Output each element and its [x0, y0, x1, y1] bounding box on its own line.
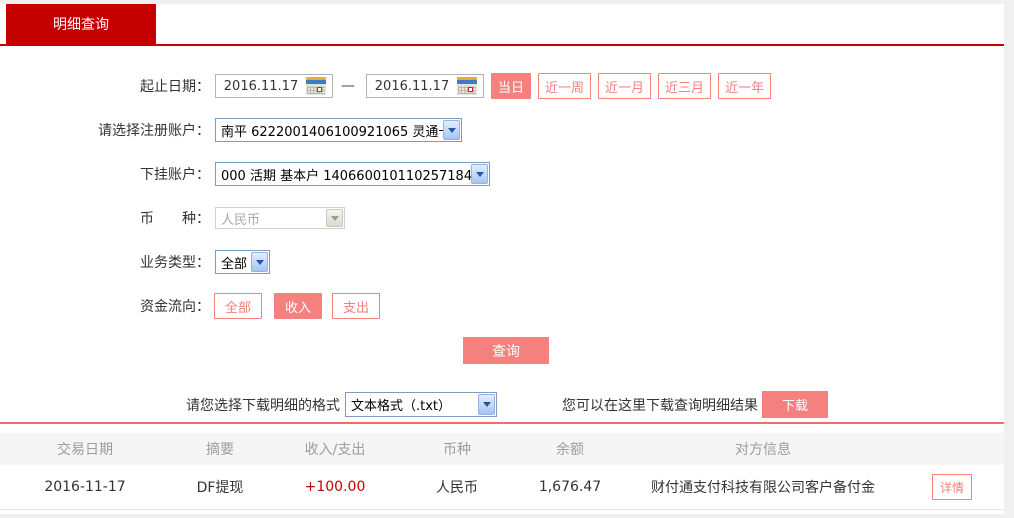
table-separator	[0, 422, 1004, 424]
calendar-icon[interactable]	[306, 77, 326, 95]
header-date: 交易日期	[57, 442, 113, 458]
tab-detail-query[interactable]: 明细查询	[6, 4, 156, 44]
date-range-row: 起止日期： — 当日 近	[0, 73, 1004, 99]
cell-currency: 人民币	[436, 480, 478, 496]
date-to-field	[366, 74, 484, 98]
select-arrow-button	[326, 209, 343, 227]
cell-date: 2016-11-17	[44, 479, 126, 495]
header-balance: 余额	[556, 442, 584, 458]
date-separator: —	[341, 78, 355, 94]
tab-bar: 明细查询	[0, 4, 1004, 46]
download-format-label: 请您选择下载明细的格式	[186, 397, 340, 414]
date-from-input[interactable]	[216, 78, 306, 94]
chevron-down-icon	[482, 402, 491, 407]
select-arrow-button[interactable]	[471, 164, 488, 184]
select-arrow-button[interactable]	[251, 252, 268, 272]
fund-flow-all-button[interactable]: 全部	[214, 293, 262, 319]
chevron-down-icon	[255, 259, 264, 265]
quick-range-3months-button[interactable]: 近三月	[658, 73, 712, 99]
quick-range-month-button[interactable]: 近一月	[598, 73, 652, 99]
date-range-label: 起止日期：	[140, 79, 210, 95]
cell-actions: 详情	[900, 474, 1004, 500]
fund-flow-income-button[interactable]: 收入	[274, 293, 322, 319]
query-form: 起止日期： — 当日 近	[0, 46, 1004, 364]
sub-account-select[interactable]: 000 活期 基本户 1406600101102571848	[215, 162, 490, 186]
calendar-icon[interactable]	[457, 77, 477, 95]
chevron-down-icon	[330, 215, 339, 221]
registered-account-label: 请选择注册账户：	[98, 123, 210, 139]
fund-flow-row: 资金流向： 全部 收入 支出	[0, 293, 1004, 319]
business-type-select[interactable]: 全部	[215, 250, 270, 274]
currency-row: 币 种： 人民币	[0, 205, 1004, 231]
tab-underline	[0, 44, 1004, 46]
business-type-label: 业务类型：	[140, 255, 210, 271]
quick-range-week-button[interactable]: 近一周	[538, 73, 592, 99]
download-button[interactable]: 下载	[762, 391, 828, 418]
header-currency: 币种	[443, 442, 471, 458]
date-to-input[interactable]	[367, 78, 457, 94]
main-panel: 明细查询 起止日期： —	[0, 4, 1004, 514]
select-arrow-button[interactable]	[443, 120, 460, 140]
cell-balance: 1,676.47	[538, 479, 602, 495]
sub-account-label: 下挂账户：	[140, 167, 210, 183]
download-row: 请您选择下载明细的格式 文本格式（.txt） 您可以在这里下载查询明细结果 下载	[0, 391, 1004, 418]
cell-summary: DF提现	[196, 480, 244, 496]
registered-account-row: 请选择注册账户： 南平 6222001406100921065 灵通卡	[0, 117, 1004, 143]
header-summary: 摘要	[206, 442, 234, 458]
currency-label: 币 种：	[140, 211, 210, 227]
chevron-down-icon	[447, 127, 456, 133]
header-amount: 收入/支出	[304, 442, 366, 458]
sub-account-row: 下挂账户： 000 活期 基本户 1406600101102571848	[0, 161, 1004, 187]
date-from-field	[215, 74, 333, 98]
download-hint: 您可以在这里下载查询明细结果	[562, 397, 758, 414]
currency-select: 人民币	[215, 207, 345, 229]
cell-counterparty: 财付通支付科技有限公司客户备付金	[651, 480, 875, 496]
fund-flow-label: 资金流向：	[140, 299, 210, 315]
header-counterparty: 对方信息	[735, 442, 791, 458]
query-button[interactable]: 查询	[463, 337, 549, 364]
business-type-row: 业务类型： 全部	[0, 249, 1004, 275]
cell-amount: +100.00	[304, 479, 366, 495]
quick-range-today-button[interactable]: 当日	[491, 73, 532, 99]
detail-button[interactable]: 详情	[932, 474, 972, 500]
select-arrow-button[interactable]	[478, 394, 495, 415]
table-header-row: 交易日期 摘要 收入/支出 币种 余额 对方信息	[0, 433, 1004, 465]
table-row: 2016-11-17 DF提现 +100.00 人民币 1,676.47 财付通…	[0, 465, 1004, 510]
quick-range-year-button[interactable]: 近一年	[718, 73, 772, 99]
registered-account-select[interactable]: 南平 6222001406100921065 灵通卡	[215, 118, 462, 142]
transactions-table: 交易日期 摘要 收入/支出 币种 余额 对方信息 2016-11-17 DF提现…	[0, 433, 1004, 510]
download-format-select[interactable]: 文本格式（.txt）	[345, 392, 497, 417]
fund-flow-expense-button[interactable]: 支出	[332, 293, 380, 319]
chevron-down-icon	[475, 171, 484, 177]
